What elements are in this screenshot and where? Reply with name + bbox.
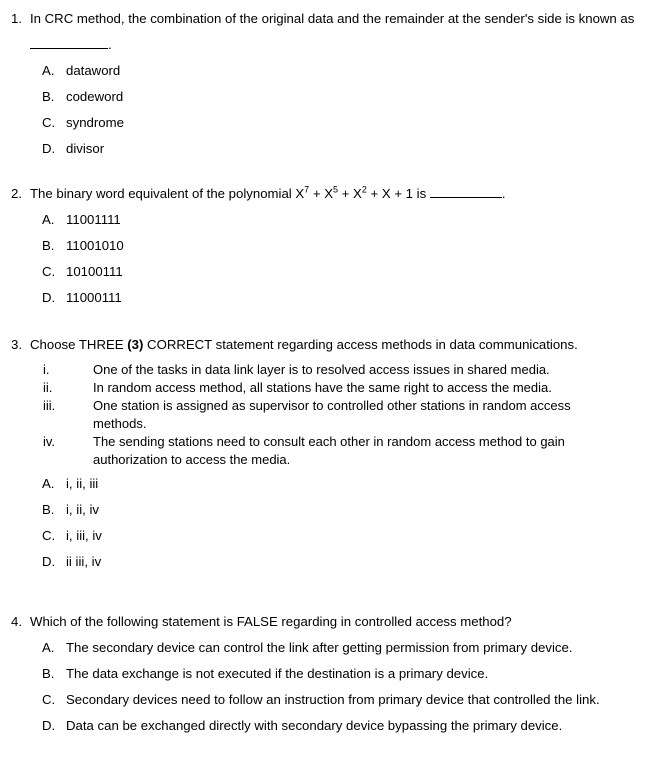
question-1-stem-row: 1. In CRC method, the combination of the… <box>0 6 652 58</box>
exam-page: 1. In CRC method, the combination of the… <box>0 0 652 770</box>
option-row[interactable]: A. dataword <box>0 58 652 84</box>
statement-text: One of the tasks in data link layer is t… <box>93 362 550 377</box>
question-2-number: 2. <box>11 186 22 201</box>
option-letter: D. <box>42 554 56 569</box>
option-text: 10100111 <box>66 264 123 279</box>
question-3-count-emphasis: (3) <box>127 337 144 352</box>
option-letter: A. <box>42 212 55 227</box>
statement-text: In random access method, all stations ha… <box>93 380 552 395</box>
statement-numeral: iii. <box>43 398 56 413</box>
option-row[interactable]: D. ii iii, iv <box>0 549 652 575</box>
question-3-stem-row: 3. Choose THREE (3) CORRECT statement re… <box>0 332 652 358</box>
option-text: The secondary device can control the lin… <box>66 640 573 655</box>
option-letter: B. <box>42 238 55 253</box>
question-4-stem: Which of the following statement is FALS… <box>30 614 512 629</box>
statement-text: The sending stations need to consult eac… <box>93 434 565 467</box>
option-text: dataword <box>66 63 121 78</box>
question-1-number: 1. <box>11 11 22 26</box>
statement-row: i. One of the tasks in data link layer i… <box>0 361 652 379</box>
option-text: i, iii, iv <box>66 528 102 543</box>
option-text: divisor <box>66 141 105 156</box>
option-letter: C. <box>42 115 56 130</box>
option-row[interactable]: C. syndrome <box>0 110 652 136</box>
question-2-options: A. 11001111 B. 11001010 C. 10100111 D. 1… <box>0 207 652 311</box>
option-text: i, ii, iv <box>66 502 99 517</box>
option-row[interactable]: B. The data exchange is not executed if … <box>0 661 652 687</box>
answer-blank <box>429 197 502 198</box>
question-4-options: A. The secondary device can control the … <box>0 635 652 739</box>
statement-row: ii. In random access method, all station… <box>0 379 652 397</box>
question-3-options: A. i, ii, iii B. i, ii, iv C. i, iii, iv… <box>0 471 652 575</box>
question-3-number: 3. <box>11 337 22 352</box>
option-text: i, ii, iii <box>66 476 99 491</box>
option-row[interactable]: D. 11000111 <box>0 285 652 311</box>
question-3-statements: i. One of the tasks in data link layer i… <box>0 361 652 469</box>
option-row[interactable]: B. codeword <box>0 84 652 110</box>
option-text: The data exchange is not executed if the… <box>66 666 489 681</box>
question-4-stem-row: 4. Which of the following statement is F… <box>0 609 652 635</box>
statement-row: iii. One station is assigned as supervis… <box>0 397 652 433</box>
option-text: Data can be exchanged directly with seco… <box>66 718 563 733</box>
question-2-stem: The binary word equivalent of the polyno… <box>30 181 642 207</box>
question-1-stem: In CRC method, the combination of the or… <box>30 6 642 58</box>
option-letter: B. <box>42 502 55 517</box>
question-2-stem-row: 2. The binary word equivalent of the pol… <box>0 181 652 207</box>
answer-blank <box>30 48 108 49</box>
option-row[interactable]: A. The secondary device can control the … <box>0 635 652 661</box>
option-row[interactable]: C. Secondary devices need to follow an i… <box>0 687 652 713</box>
question-2-stem-part1: The binary word equivalent of the polyno… <box>30 186 305 201</box>
option-text: 11001111 <box>66 212 121 227</box>
question-2-stem-part2: + X <box>309 186 333 201</box>
question-2-stem-part4: + X + 1 is <box>366 186 427 201</box>
option-letter: C. <box>42 528 56 543</box>
option-text: codeword <box>66 89 124 104</box>
option-letter: B. <box>42 89 55 104</box>
option-text: syndrome <box>66 115 124 130</box>
question-4: 4. Which of the following statement is F… <box>0 609 652 739</box>
question-3: 3. Choose THREE (3) CORRECT statement re… <box>0 332 652 575</box>
question-1-options: A. dataword B. codeword C. syndrome D. d… <box>0 58 652 162</box>
question-1-stem-suffix: . <box>108 37 112 52</box>
option-letter: D. <box>42 718 56 733</box>
option-letter: A. <box>42 640 55 655</box>
option-row[interactable]: D. divisor <box>0 136 652 162</box>
statement-numeral: ii. <box>43 380 53 395</box>
question-3-stem-part2: CORRECT statement regarding access metho… <box>143 337 578 352</box>
option-row[interactable]: A. 11001111 <box>0 207 652 233</box>
statement-row: iv. The sending stations need to consult… <box>0 433 652 469</box>
option-letter: D. <box>42 141 56 156</box>
option-row[interactable]: B. 11001010 <box>0 233 652 259</box>
question-2: 2. The binary word equivalent of the pol… <box>0 181 652 311</box>
question-2-stem-part3: + X <box>338 186 362 201</box>
option-row[interactable]: C. 10100111 <box>0 259 652 285</box>
question-2-stem-suffix: . <box>501 186 506 201</box>
option-text: Secondary devices need to follow an inst… <box>66 692 600 707</box>
question-3-stem-part1: Choose THREE <box>30 337 128 352</box>
option-row[interactable]: B. i, ii, iv <box>0 497 652 523</box>
option-letter: A. <box>42 476 55 491</box>
question-1: 1. In CRC method, the combination of the… <box>0 6 652 162</box>
option-text: 11001010 <box>66 238 124 253</box>
option-text: ii iii, iv <box>66 554 102 569</box>
option-row[interactable]: D. Data can be exchanged directly with s… <box>0 713 652 739</box>
statement-numeral: iv. <box>43 434 56 449</box>
option-letter: C. <box>42 692 56 707</box>
option-letter: A. <box>42 63 55 78</box>
option-letter: B. <box>42 666 55 681</box>
question-4-number: 4. <box>11 614 22 629</box>
question-3-stem: Choose THREE (3) CORRECT statement regar… <box>30 332 622 358</box>
option-row[interactable]: A. i, ii, iii <box>0 471 652 497</box>
question-1-stem-text: In CRC method, the combination of the or… <box>30 11 635 26</box>
option-row[interactable]: C. i, iii, iv <box>0 523 652 549</box>
option-letter: C. <box>42 264 56 279</box>
statement-text: One station is assigned as supervisor to… <box>93 398 571 431</box>
option-letter: D. <box>42 290 56 305</box>
statement-numeral: i. <box>43 362 50 377</box>
option-text: 11000111 <box>66 290 122 305</box>
